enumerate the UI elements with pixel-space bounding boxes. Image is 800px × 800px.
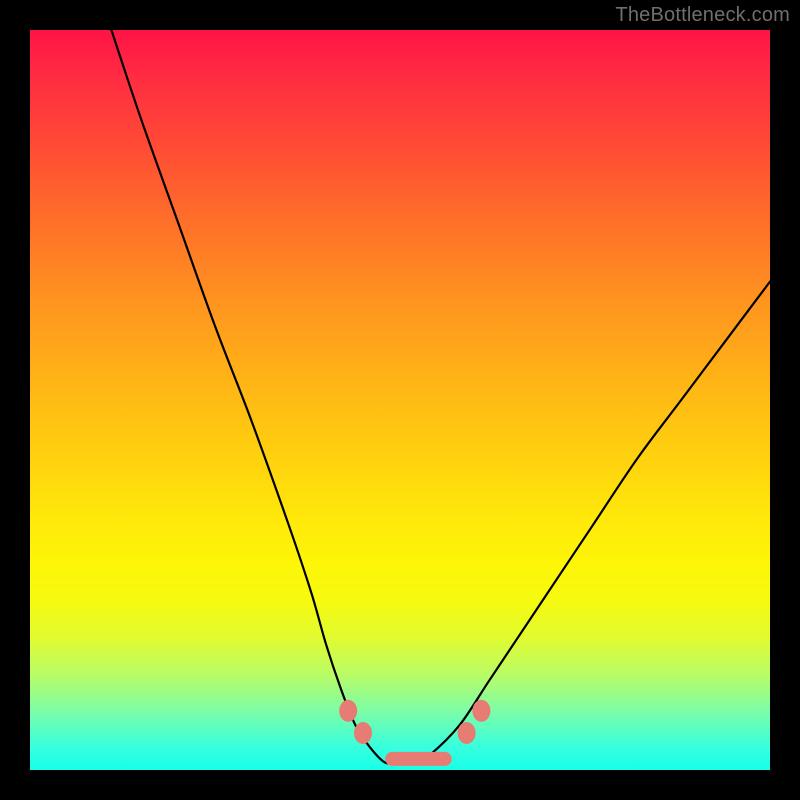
watermark-text: TheBottleneck.com <box>615 4 790 27</box>
curve-layer <box>30 30 770 770</box>
marker-point <box>458 722 476 744</box>
chart-frame: TheBottleneck.com <box>0 0 800 800</box>
bottleneck-curve <box>111 30 770 764</box>
marker-point <box>472 700 490 722</box>
marker-layer <box>339 700 490 766</box>
marker-point <box>339 700 357 722</box>
marker-point <box>354 722 372 744</box>
plot-area <box>30 30 770 770</box>
marker-bar <box>385 752 452 766</box>
